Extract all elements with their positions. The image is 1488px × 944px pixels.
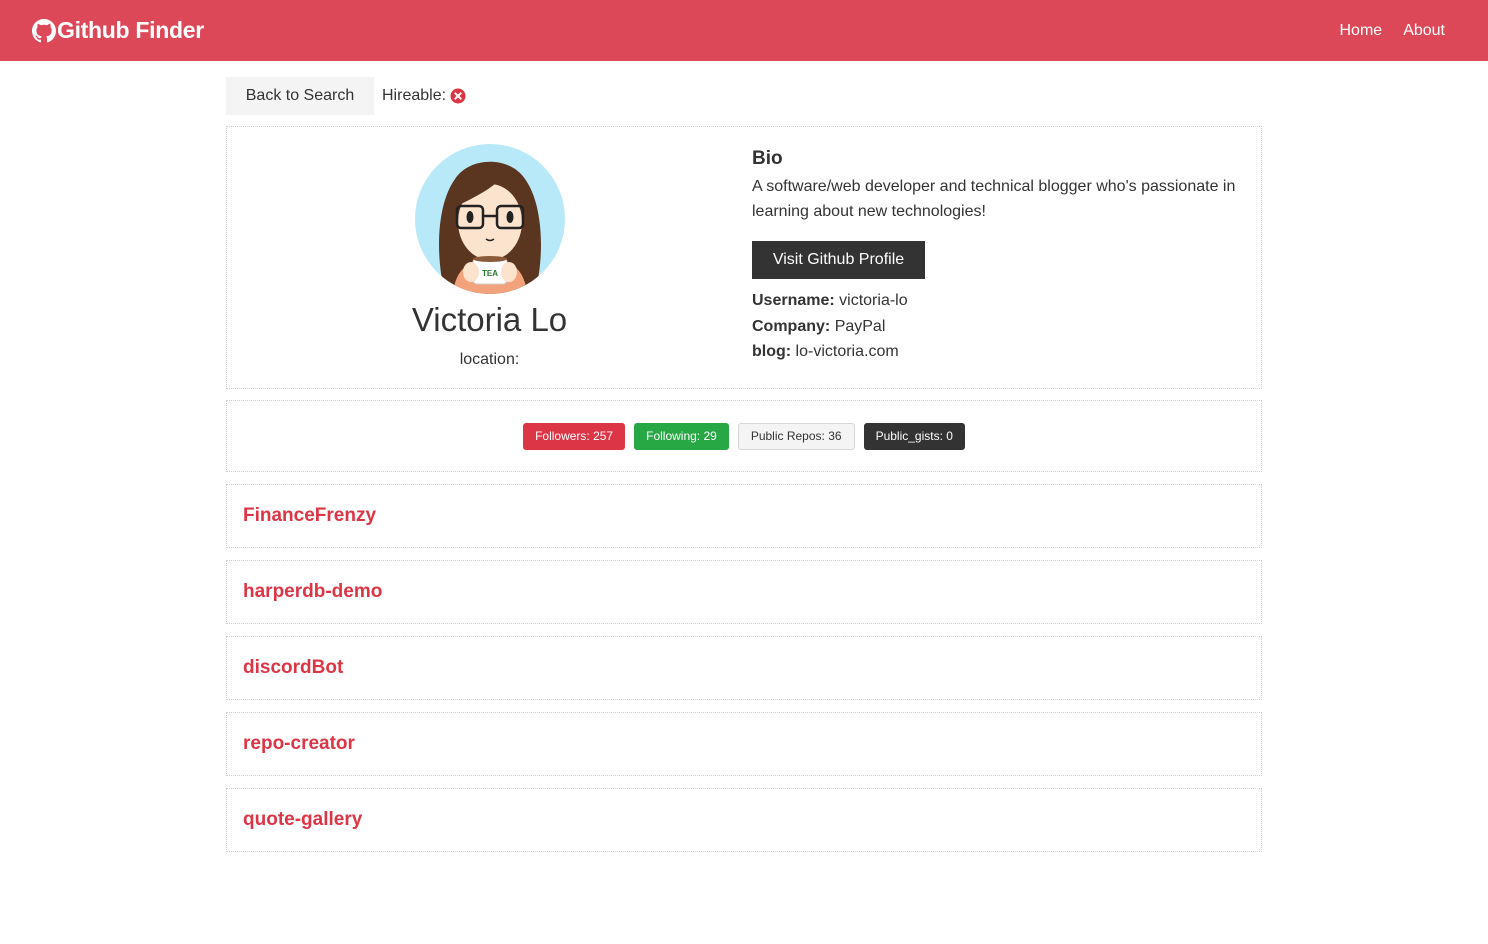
username-label: Username: xyxy=(752,292,835,309)
repo-link[interactable]: discordBot xyxy=(243,657,343,679)
stats-card: Followers: 257 Following: 29 Public Repo… xyxy=(226,400,1262,472)
repo-item: quote-gallery xyxy=(226,788,1262,852)
repo-link[interactable]: quote-gallery xyxy=(243,809,362,831)
public-repos-badge: Public Repos: 36 xyxy=(737,422,855,450)
repo-link[interactable]: repo-creator xyxy=(243,733,355,755)
blog-label: blog: xyxy=(752,343,792,360)
followers-badge: Followers: 257 xyxy=(523,422,626,450)
x-circle-icon xyxy=(450,88,466,104)
following-badge: Following: 29 xyxy=(634,422,729,450)
company-label: Company: xyxy=(752,317,831,335)
user-info-list: Username: victoria-lo Company: PayPal bl… xyxy=(752,288,1261,365)
nav-links: Home About xyxy=(1340,22,1446,40)
repo-link[interactable]: FinanceFrenzy xyxy=(243,505,376,527)
repo-link[interactable]: harperdb-demo xyxy=(243,581,382,603)
nav-about-link[interactable]: About xyxy=(1403,22,1445,40)
avatar: TEA xyxy=(414,144,565,294)
user-location: location: xyxy=(459,351,520,368)
topbar: Back to Search Hireable: xyxy=(226,77,1262,115)
visit-github-profile-button[interactable]: Visit Github Profile xyxy=(752,241,925,279)
public-gists-badge: Public_gists: 0 xyxy=(863,422,965,450)
hireable-status: Hireable: xyxy=(382,87,466,105)
github-icon xyxy=(32,18,56,42)
profile-details: Bio A software/web developer and technic… xyxy=(752,127,1261,388)
back-to-search-button[interactable]: Back to Search xyxy=(226,77,374,115)
hireable-label: Hireable: xyxy=(382,87,447,104)
blog-row: blog: lo-victoria.com xyxy=(752,339,1261,365)
bio-text: A software/web developer and technical b… xyxy=(752,178,1236,220)
user-name: Victoria Lo xyxy=(411,301,568,338)
main-container: Back to Search Hireable: TEA Victoria Lo… xyxy=(226,77,1262,852)
username-row: Username: victoria-lo xyxy=(752,288,1261,314)
bio-title: Bio xyxy=(752,148,783,169)
company-row: Company: PayPal xyxy=(752,314,1261,340)
username-value: victoria-lo xyxy=(839,292,908,309)
profile-card: TEA Victoria Lo location: Bio A software… xyxy=(226,126,1262,389)
repo-item: repo-creator xyxy=(226,712,1262,776)
brand-title: Github Finder xyxy=(57,17,204,43)
blog-value: lo-victoria.com xyxy=(795,343,899,360)
brand[interactable]: Github Finder xyxy=(32,17,204,44)
nav-home-link[interactable]: Home xyxy=(1340,22,1383,40)
repo-item: discordBot xyxy=(226,636,1262,700)
navbar: Github Finder Home About xyxy=(0,0,1488,61)
svg-text:TEA: TEA xyxy=(482,269,498,278)
repo-item: FinanceFrenzy xyxy=(226,484,1262,548)
profile-summary: TEA Victoria Lo location: xyxy=(227,127,752,388)
repo-item: harperdb-demo xyxy=(226,560,1262,624)
company-value: PayPal xyxy=(834,317,886,335)
